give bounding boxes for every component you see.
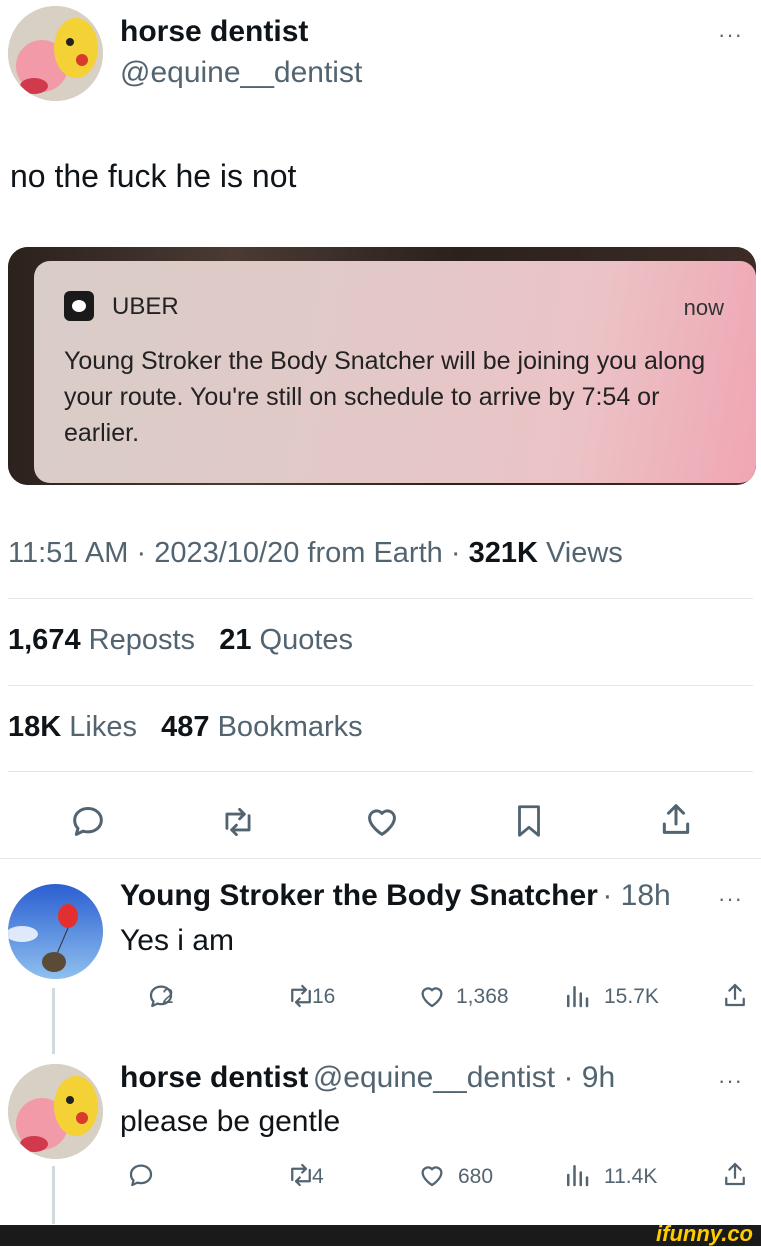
repost-count: 16 xyxy=(312,985,336,1008)
quotes-label: Quotes xyxy=(259,624,354,656)
author-name[interactable]: horse dentist xyxy=(120,15,308,49)
tweet-text: no the fuck he is not xyxy=(10,158,297,194)
reposts-label: Reposts xyxy=(88,624,196,656)
bookmark-icon[interactable] xyxy=(510,801,548,841)
repost-count: 4 xyxy=(312,1165,324,1188)
reply-text: Yes i am xyxy=(120,924,234,957)
reply-count: 2 xyxy=(162,985,174,1008)
reply-header: Young Stroker the Body Snatcher · 18h xyxy=(120,879,671,913)
divider xyxy=(8,685,753,686)
quotes-count: 21 xyxy=(219,624,252,656)
reposts-link[interactable]: 1,674 Reposts xyxy=(8,624,195,656)
divider xyxy=(8,771,753,772)
likes-label: Likes xyxy=(69,711,137,743)
more-icon[interactable]: ··· xyxy=(718,886,743,912)
tweet-time[interactable]: 11:51 AM xyxy=(8,537,128,569)
views-icon[interactable] xyxy=(562,981,592,1011)
views-count: 15.7K xyxy=(604,985,659,1008)
notification-app-name: UBER xyxy=(112,293,179,320)
reply-handle-timestamp[interactable]: @equine__dentist · 9h xyxy=(313,1061,615,1094)
reply-avatar[interactable] xyxy=(8,1064,103,1159)
like-count: 1,368 xyxy=(456,985,509,1008)
watermark-logo: ifunny.co xyxy=(656,1221,753,1246)
divider xyxy=(0,858,761,859)
more-icon[interactable]: ··· xyxy=(718,1068,743,1094)
notification-message: Young Stroker the Body Snatcher will be … xyxy=(64,347,706,447)
tweet-source: from Earth xyxy=(307,537,443,569)
like-icon[interactable] xyxy=(416,1160,448,1190)
views-count: 11.4K xyxy=(604,1165,658,1188)
notification-time: now xyxy=(683,295,724,320)
share-icon[interactable] xyxy=(720,979,750,1011)
repost-icon[interactable] xyxy=(218,803,258,841)
more-icon[interactable]: ··· xyxy=(718,22,743,48)
like-icon[interactable] xyxy=(416,981,448,1011)
uber-logo-icon xyxy=(64,291,94,321)
likes-link[interactable]: 18K Likes xyxy=(8,711,137,743)
tweet-meta: 11:51 AM · 2023/10/20 from Earth · 321K … xyxy=(8,537,623,570)
author-handle[interactable]: @equine__dentist xyxy=(120,56,362,90)
views-count: 321K xyxy=(468,537,538,569)
repost-stats: 1,674 Reposts 21 Quotes xyxy=(8,624,353,657)
meta-sep-2: · xyxy=(450,537,461,569)
watermark-bar: ifunny.co xyxy=(0,1221,761,1246)
bookmarks-label: Bookmarks xyxy=(217,711,363,743)
bookmarks-count: 487 xyxy=(161,711,210,743)
views-label: Views xyxy=(545,537,623,569)
reply-author-name[interactable]: horse dentist xyxy=(120,1061,308,1094)
share-icon[interactable] xyxy=(656,799,696,839)
share-icon[interactable] xyxy=(720,1158,750,1190)
thread-line xyxy=(52,1166,55,1224)
reply-icon[interactable] xyxy=(126,1160,156,1190)
tweet-image[interactable]: UBER now Young Stroker the Body Snatcher… xyxy=(8,247,756,485)
reply-icon[interactable] xyxy=(68,801,108,841)
tweet-date[interactable]: 2023/10/20 xyxy=(154,537,299,569)
like-icon[interactable] xyxy=(361,801,403,841)
likes-count: 18K xyxy=(8,711,62,743)
reposts-count: 1,674 xyxy=(8,624,81,656)
thread-line xyxy=(52,988,55,1054)
reply-author-name[interactable]: Young Stroker the Body Snatcher xyxy=(120,879,598,912)
divider xyxy=(8,598,753,599)
reply-timestamp[interactable]: · 18h xyxy=(602,879,670,912)
reply-text: please be gentle xyxy=(120,1105,341,1138)
quotes-link[interactable]: 21 Quotes xyxy=(219,624,353,656)
reply-header: horse dentist @equine__dentist · 9h xyxy=(120,1061,615,1095)
like-count: 680 xyxy=(458,1165,494,1188)
meta-sep: · xyxy=(136,537,147,569)
like-stats: 18K Likes 487 Bookmarks xyxy=(8,711,363,744)
bookmarks-link[interactable]: 487 Bookmarks xyxy=(161,711,363,743)
views-icon[interactable] xyxy=(562,1160,592,1190)
reply-avatar[interactable] xyxy=(8,884,103,979)
notification-card: UBER now Young Stroker the Body Snatcher… xyxy=(34,261,756,483)
author-avatar[interactable] xyxy=(8,6,103,101)
